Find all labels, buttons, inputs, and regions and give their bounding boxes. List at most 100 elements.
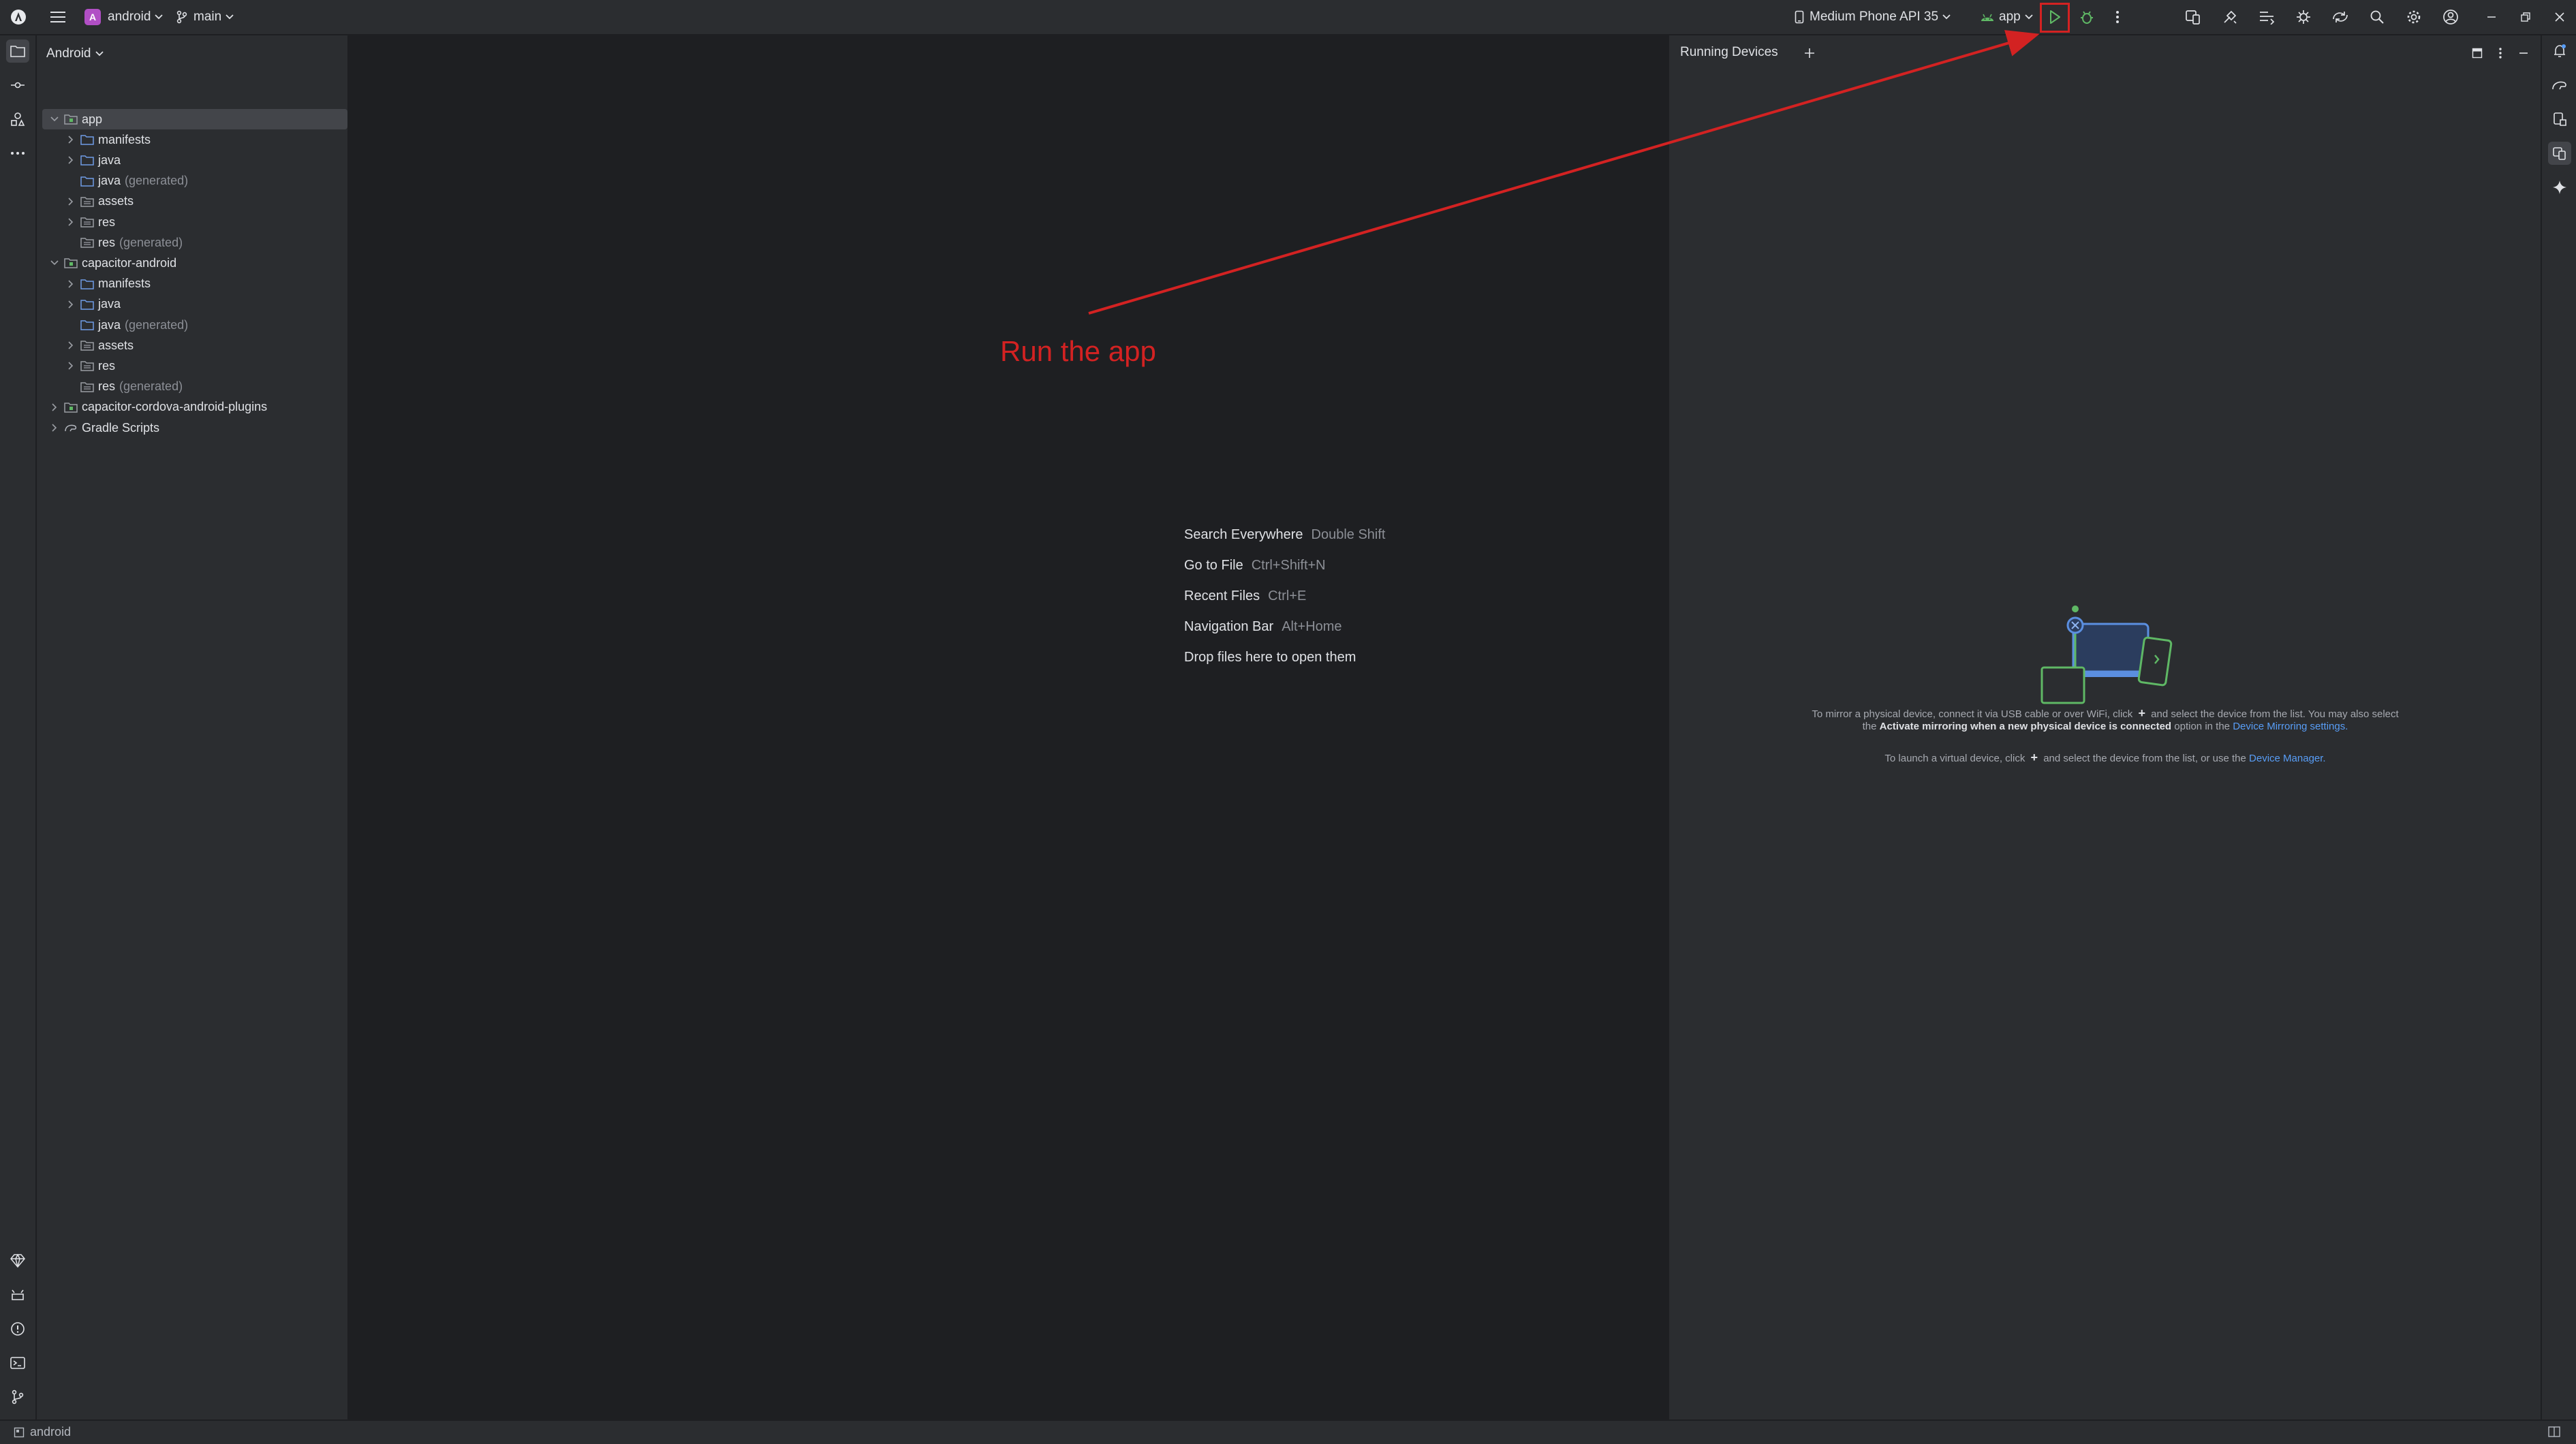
hint-shortcut: Double Shift [1311, 527, 1386, 542]
account-icon[interactable] [2439, 5, 2462, 29]
project-tool-icon[interactable] [6, 40, 29, 63]
chevron-right-icon[interactable] [65, 155, 76, 166]
resource-manager-icon[interactable] [6, 108, 29, 131]
android-studio-logo-icon[interactable] [7, 5, 30, 29]
project-view-selector[interactable]: Android [46, 45, 104, 63]
tree-item[interactable]: res [37, 212, 369, 232]
search-icon[interactable] [2365, 5, 2389, 29]
hint-action: Drop files here to open them [1184, 650, 1356, 665]
chevron-right-icon[interactable] [65, 340, 76, 351]
build-variants-icon[interactable] [6, 1249, 29, 1272]
notifications-bell-icon[interactable] [2548, 40, 2571, 63]
tree-item[interactable]: assets [37, 191, 369, 212]
chevron-down-icon[interactable] [49, 114, 60, 125]
folder-icon [80, 134, 94, 145]
settings-gear-icon[interactable] [2402, 5, 2425, 29]
tree-item[interactable]: manifests [37, 129, 369, 150]
generated-suffix: (generated) [119, 235, 183, 249]
device-selector[interactable]: Medium Phone API 35 [1795, 0, 1951, 34]
tree-item[interactable]: manifests [37, 274, 369, 294]
chevron-right-icon[interactable] [65, 217, 76, 227]
chevron-right-icon[interactable] [65, 279, 76, 289]
layout-inspector-icon[interactable] [2255, 5, 2278, 29]
tree-item[interactable]: java [37, 294, 369, 315]
debug-bug-icon [2081, 11, 2093, 24]
module-icon [14, 1427, 25, 1437]
sync-gradle-icon[interactable] [2329, 5, 2352, 29]
project-selector[interactable]: A android [84, 0, 164, 34]
debug-button[interactable] [2075, 5, 2098, 29]
editor-hint: Go to File Ctrl+Shift+N [1184, 558, 1326, 574]
running-devices-panel: Running Devices To mirror a physical dev… [1668, 35, 2541, 1419]
close-window-icon[interactable] [2548, 5, 2571, 29]
tree-item-label: assets [98, 338, 134, 352]
tree-item[interactable]: res (generated) [37, 377, 369, 397]
problems-icon[interactable] [6, 1317, 29, 1340]
plus-icon [1805, 48, 1814, 58]
device-mirroring-settings-link[interactable]: Device Mirroring settings. [2233, 721, 2348, 732]
git-branch-icon [176, 10, 187, 24]
running-devices-title: Running Devices [1680, 45, 1778, 59]
tree-item-label: res [98, 379, 116, 394]
minimize-window-icon[interactable] [2480, 5, 2503, 29]
project-panel: Android app manifests java java (generated) a… [37, 35, 349, 1419]
layout-toggle-icon[interactable] [2548, 1426, 2560, 1437]
sdk-manager-icon[interactable] [2218, 5, 2241, 29]
app-inspection-icon[interactable] [2292, 5, 2315, 29]
tree-item[interactable]: res [37, 356, 369, 376]
window-layout-icon[interactable] [2469, 45, 2485, 61]
restore-window-icon[interactable] [2514, 5, 2537, 29]
commit-tool-icon[interactable] [6, 74, 29, 97]
panel-options-icon[interactable] [2492, 45, 2509, 61]
tree-item[interactable]: capacitor-android [37, 253, 353, 273]
chevron-right-icon[interactable] [49, 402, 60, 413]
branch-selector[interactable]: main [176, 0, 234, 34]
tree-item[interactable]: capacitor-cordova-android-plugins [37, 397, 353, 418]
tree-item-label: res [98, 358, 116, 373]
chevron-right-icon[interactable] [65, 360, 76, 371]
tree-item[interactable]: java [37, 150, 369, 170]
chevron-right-icon[interactable] [65, 134, 76, 145]
device-manager-link[interactable]: Device Manager. [2249, 753, 2326, 764]
terminal-icon[interactable] [6, 1351, 29, 1375]
tree-item[interactable]: assets [37, 335, 369, 356]
chevron-right-icon[interactable] [65, 196, 76, 207]
title-bar: A android main Medium Phone API 35 app [0, 0, 2576, 35]
more-tools-icon[interactable] [6, 142, 29, 165]
chevron-right-icon[interactable] [49, 422, 60, 433]
tree-item-label: java [98, 317, 121, 332]
main-menu-icon[interactable] [46, 5, 69, 29]
chevron-down-icon [95, 51, 104, 57]
chevron-down-icon[interactable] [49, 257, 60, 268]
chevron-right-icon[interactable] [65, 299, 76, 310]
editor-hint: Search Everywhere Double Shift [1184, 527, 1386, 543]
gradle-tool-icon[interactable] [2548, 74, 2571, 97]
tree-item[interactable]: app [42, 109, 347, 129]
chevron-down-icon [2025, 14, 2033, 20]
logcat-icon[interactable] [6, 1283, 29, 1306]
hide-panel-icon[interactable] [2515, 45, 2532, 61]
more-actions-icon[interactable] [2106, 5, 2129, 29]
statusbar-project[interactable]: android [14, 1425, 71, 1439]
instruction-text: and select the device from the list, or … [2043, 753, 2246, 764]
tree-item[interactable]: java (generated) [37, 171, 369, 191]
add-device-button[interactable] [1800, 44, 1819, 63]
device-file-explorer-icon[interactable] [2548, 108, 2571, 131]
right-tool-stripe [2541, 35, 2576, 1419]
device-manager-icon[interactable] [2182, 5, 2205, 29]
run-config-selector[interactable]: app [1980, 0, 2033, 34]
tree-item[interactable]: Gradle Scripts [37, 418, 353, 438]
tree-item[interactable]: java (generated) [37, 315, 369, 335]
editor-area[interactable]: Search Everywhere Double Shift Go to File C… [349, 35, 1666, 1419]
tree-item[interactable]: res (generated) [37, 232, 369, 253]
gemini-sparkle-icon[interactable] [2548, 176, 2571, 199]
version-control-icon[interactable] [6, 1385, 29, 1409]
virtual-device-instructions: To launch a virtual device, click + and … [1765, 751, 2446, 765]
running-devices-tool-icon[interactable] [2548, 142, 2571, 165]
editor-hint: Drop files here to open them [1184, 650, 1356, 665]
hint-action: Go to File [1184, 558, 1243, 573]
chevron-down-icon [1942, 14, 1951, 20]
module-folder-icon [64, 257, 78, 269]
